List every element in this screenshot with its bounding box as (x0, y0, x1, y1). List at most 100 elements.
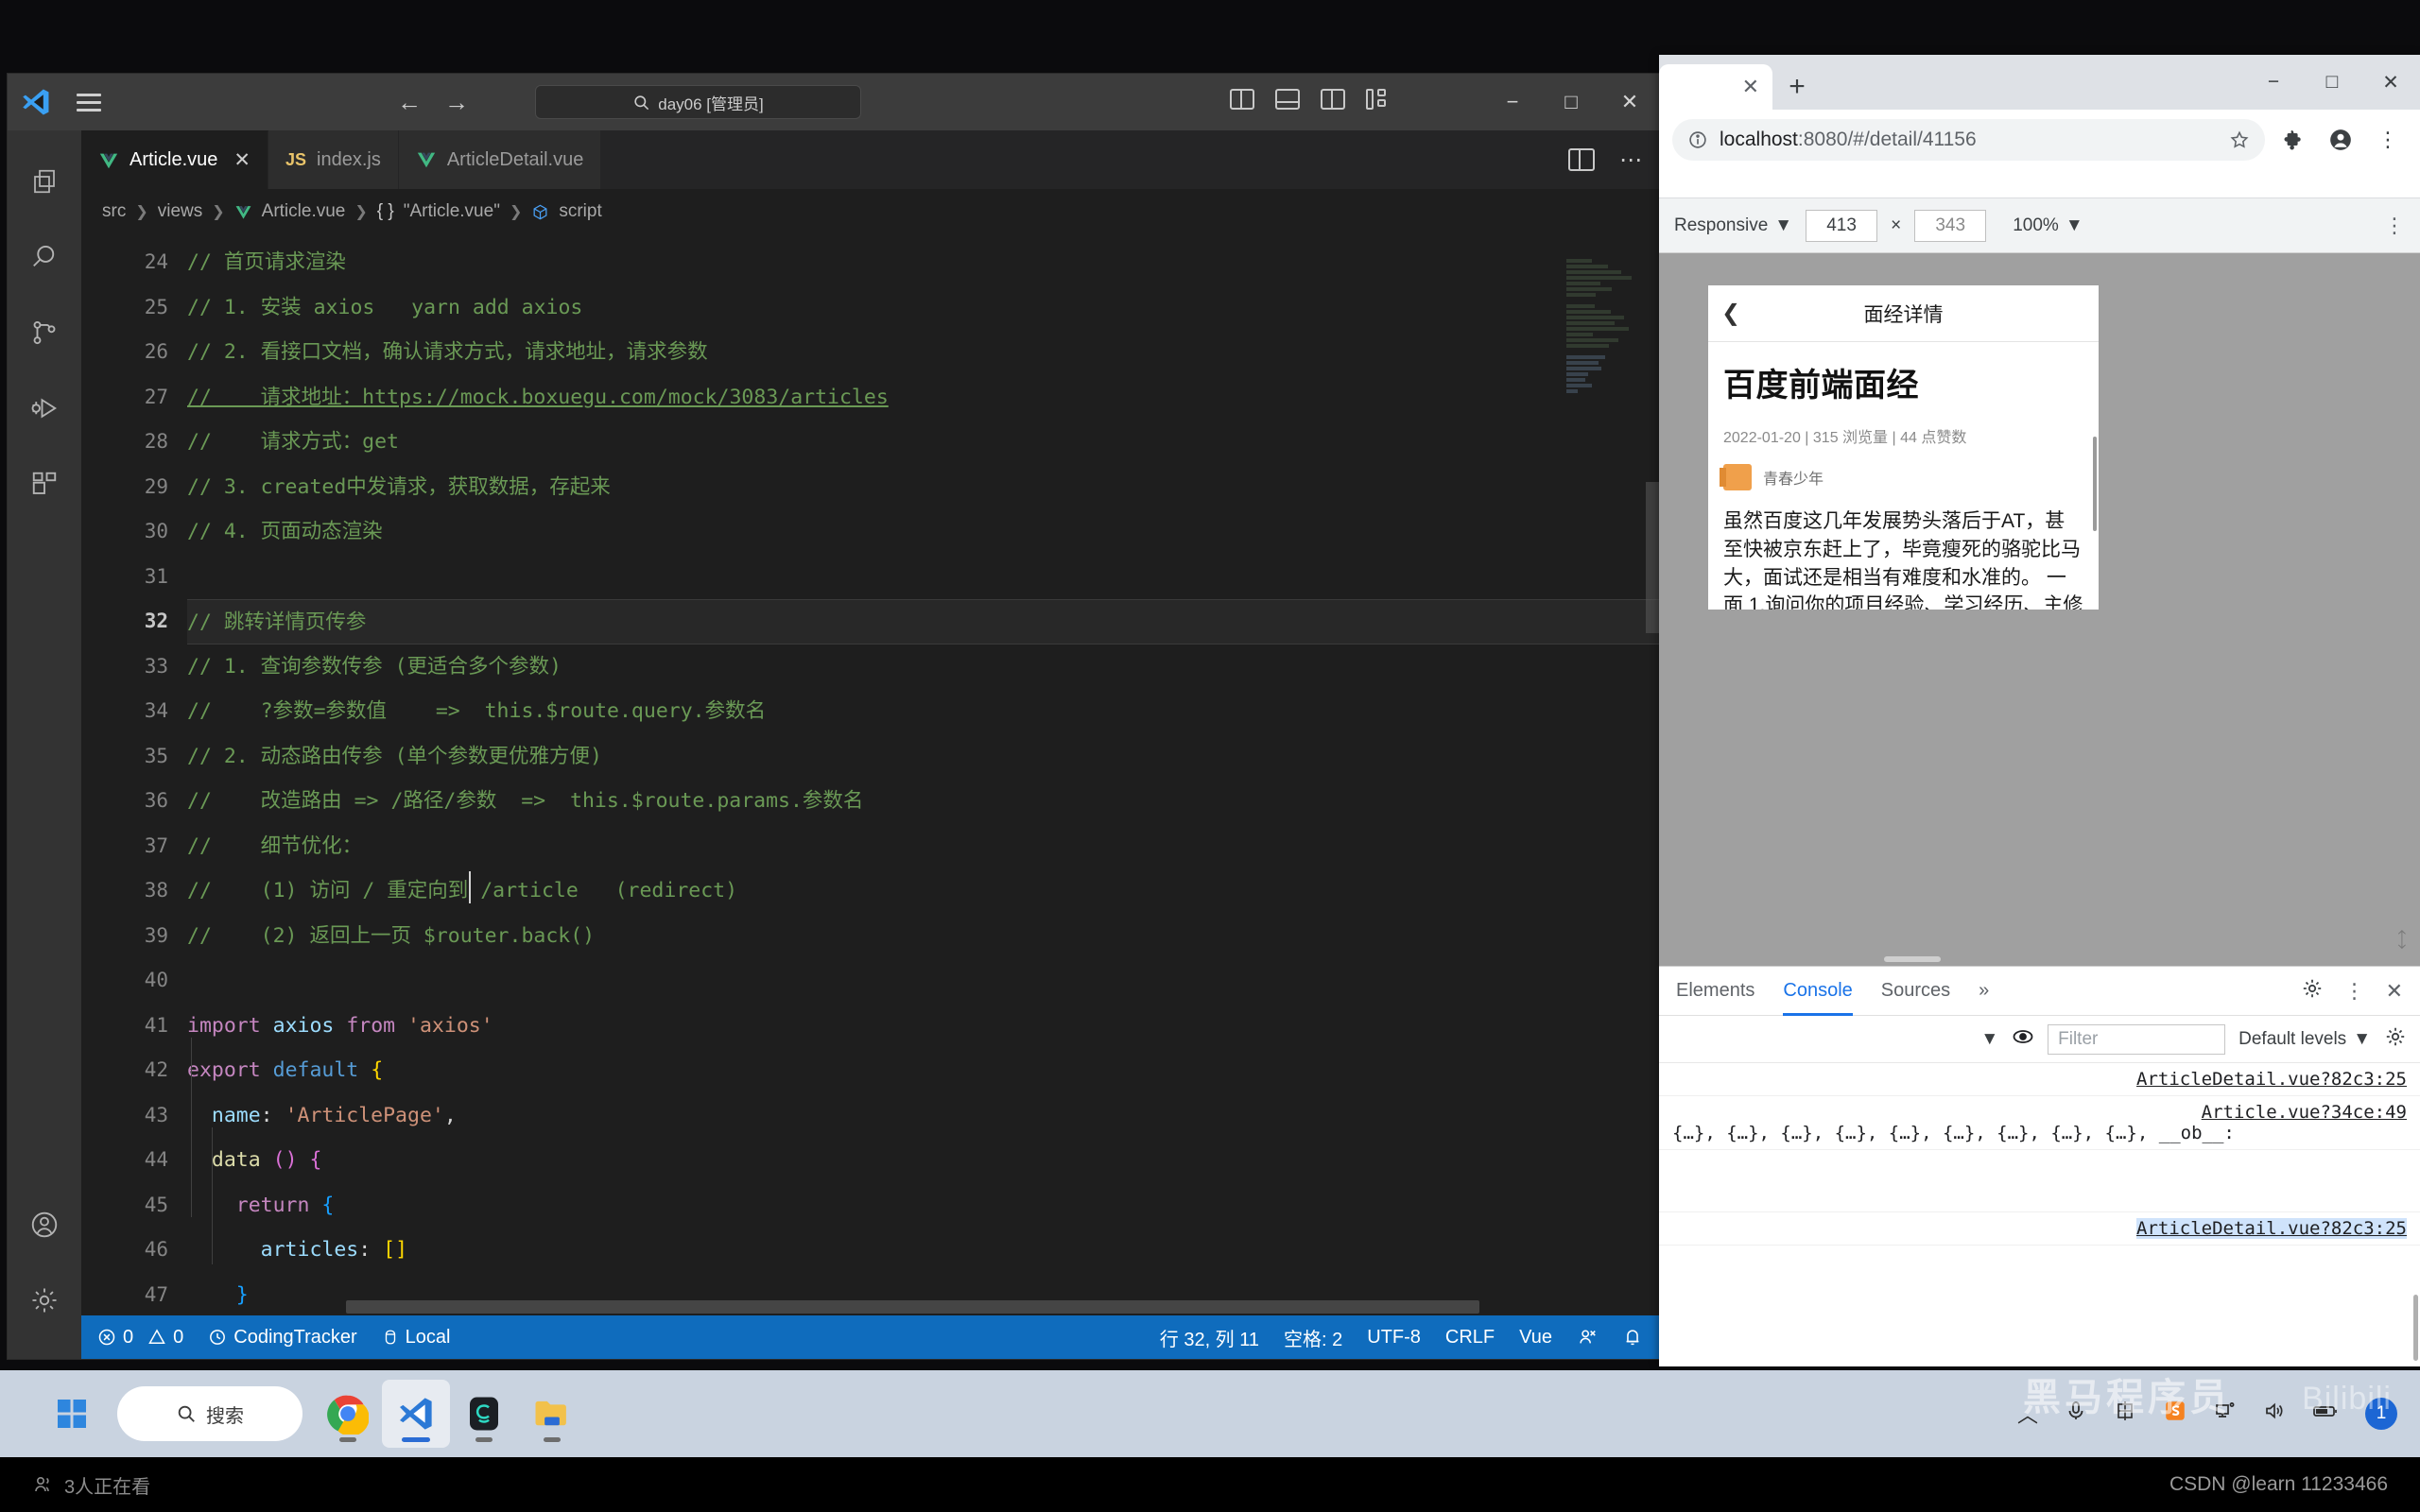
code-line-with-link[interactable]: // 请求地址：https://mock.boxuegu.com/mock/30… (187, 375, 1659, 421)
console-settings-icon[interactable] (2384, 1025, 2407, 1054)
chrome-maximize-button[interactable]: □ (2303, 55, 2361, 110)
vscode-minimize-button[interactable]: − (1483, 74, 1542, 130)
chrome-new-tab-button[interactable]: + (1772, 64, 1822, 110)
taskbar-app-vscode[interactable] (382, 1380, 450, 1448)
show-hidden-icons[interactable]: ︿ (2017, 1399, 2038, 1429)
customize-layout-icon[interactable] (1366, 89, 1391, 110)
vscode-maximize-button[interactable]: □ (1542, 74, 1600, 130)
devtools-more-icon[interactable]: ⋮ (2344, 979, 2365, 1004)
editor-minimap[interactable] (1566, 234, 1640, 1315)
extensions-puzzle-icon[interactable] (2274, 129, 2312, 151)
toggle-secondary-sidebar-icon[interactable] (1321, 89, 1345, 110)
taskbar-app-snipaste[interactable] (450, 1380, 518, 1448)
vscode-quick-search[interactable]: day06 [管理员] (535, 85, 861, 119)
forward-arrow-icon[interactable]: → (444, 90, 469, 114)
live-expression-icon[interactable] (2012, 1025, 2034, 1054)
sidebar-item-search[interactable] (8, 219, 81, 295)
devtools-close-icon[interactable]: ✕ (2386, 979, 2403, 1004)
devtools-device-viewport[interactable]: ❮ 面经详情 百度前端面经 2022-01-20 | 315 浏览量 | 44 … (1659, 253, 2420, 966)
chrome-menu-icon[interactable]: ⋮ (2369, 128, 2407, 152)
viewport-resize-handle[interactable] (1884, 956, 1941, 962)
sidebar-item-settings[interactable] (8, 1263, 81, 1338)
tab-more-panels-icon[interactable]: » (1979, 967, 1989, 1016)
address-bar[interactable]: localhost:8080/#/detail/41156 (1672, 119, 2265, 161)
taskbar-search[interactable]: 搜索 (117, 1386, 302, 1441)
vscode-close-button[interactable]: ✕ (1600, 74, 1659, 130)
console-context-selector-icon[interactable]: ▼ (1980, 1029, 1998, 1050)
editor-tab-close-icon[interactable]: ✕ (233, 148, 251, 172)
chrome-close-button[interactable]: ✕ (2361, 55, 2420, 110)
status-feedback[interactable] (1564, 1315, 1610, 1359)
device-preset-select[interactable]: Responsive ▼ (1674, 215, 1792, 236)
editor-horizontal-scrollbar[interactable] (346, 1300, 1479, 1314)
microphone-icon[interactable] (2065, 1400, 2087, 1428)
console-log-row-selected[interactable]: ArticleDetail.vue?82c3:25 (1659, 1212, 2420, 1246)
network-icon[interactable] (2214, 1400, 2237, 1428)
console-log-row[interactable] (1659, 1150, 2420, 1212)
back-arrow-icon[interactable]: ← (397, 90, 422, 114)
more-actions-icon[interactable]: ⋯ (1619, 146, 1644, 174)
device-width-input[interactable]: 413 (1806, 209, 1878, 242)
toggle-primary-sidebar-icon[interactable] (1230, 89, 1254, 110)
battery-icon[interactable] (2312, 1400, 2339, 1428)
chrome-tab-close-icon[interactable]: ✕ (1742, 75, 1759, 99)
editor-tab-articledetail-vue[interactable]: ArticleDetail.vue (398, 130, 602, 189)
device-height-input[interactable]: 343 (1914, 209, 1987, 242)
console-log-source-link-selected[interactable]: ArticleDetail.vue?82c3:25 (2136, 1218, 2407, 1239)
ime-chinese-icon[interactable] (2114, 1400, 2136, 1428)
chrome-tab[interactable]: ✕ (1659, 64, 1772, 110)
device-more-options-icon[interactable]: ⋮ (2384, 214, 2405, 238)
toggle-panel-icon[interactable] (1275, 89, 1300, 110)
start-button[interactable] (38, 1380, 106, 1448)
code-editor[interactable]: 24 25 26 27 28 29 30 31 32 33 34 35 36 3… (81, 234, 1659, 1315)
notification-badge[interactable]: 1 (2365, 1398, 2397, 1430)
chrome-minimize-button[interactable]: − (2244, 55, 2303, 110)
tab-elements[interactable]: Elements (1676, 967, 1754, 1016)
breadcrumb-item-src[interactable]: src (102, 201, 126, 222)
console-log-row[interactable]: Article.vue?34ce:49 {…}, {…}, {…}, {…}, … (1659, 1096, 2420, 1150)
breadcrumb-item-views[interactable]: views (158, 201, 203, 222)
tab-console[interactable]: Console (1783, 967, 1852, 1016)
chevron-left-icon[interactable]: ❮ (1721, 300, 1740, 327)
status-indentation[interactable]: 空格: 2 (1271, 1315, 1355, 1359)
sidebar-item-explorer[interactable] (8, 144, 81, 219)
info-circle-icon[interactable] (1687, 129, 1708, 150)
volume-icon[interactable] (2263, 1400, 2286, 1428)
taskbar-app-chrome[interactable] (314, 1380, 382, 1448)
console-log-source-link[interactable]: ArticleDetail.vue?82c3:25 (2136, 1069, 2407, 1090)
device-zoom-select[interactable]: 100% ▼ (2013, 215, 2083, 236)
sidebar-item-source-control[interactable] (8, 295, 81, 370)
code-lines[interactable]: // 首页请求渲染 // 1. 安装 axios yarn add axios … (187, 234, 1659, 1315)
status-encoding[interactable]: UTF-8 (1355, 1315, 1433, 1359)
status-notifications[interactable] (1610, 1315, 1655, 1359)
taskbar-app-file-explorer[interactable] (518, 1380, 586, 1448)
console-scrollbar[interactable] (2413, 1295, 2418, 1361)
page-scrollbar[interactable] (2093, 437, 2097, 531)
star-icon[interactable] (2229, 129, 2250, 150)
status-language-mode[interactable]: Vue (1507, 1315, 1564, 1359)
sidebar-item-run-and-debug[interactable] (8, 370, 81, 446)
tab-sources[interactable]: Sources (1881, 967, 1950, 1016)
console-levels-select[interactable]: Default levels ▼ (2238, 1029, 2371, 1050)
breadcrumb-item-file[interactable]: Article.vue (262, 201, 346, 222)
editor-tab-index-js[interactable]: JS index.js (268, 130, 399, 189)
sogou-input-icon[interactable] (2163, 1399, 2187, 1429)
console-log-source-link[interactable]: Article.vue?34ce:49 (2202, 1102, 2407, 1123)
breadcrumb-item-script[interactable]: script (559, 201, 601, 222)
viewport-corner-resize-icon[interactable]: ⤡ (2388, 927, 2414, 954)
console-log-row[interactable]: ArticleDetail.vue?82c3:25 (1659, 1063, 2420, 1096)
devtools-settings-icon[interactable] (2301, 977, 2324, 1005)
vscode-menu-icon[interactable] (64, 93, 113, 112)
status-remote[interactable]: Local (370, 1315, 463, 1359)
breadcrumb-item-symbol[interactable]: "Article.vue" (404, 201, 500, 222)
profile-avatar-icon[interactable] (2322, 128, 2360, 152)
sidebar-item-accounts[interactable] (8, 1187, 81, 1263)
status-cursor-position[interactable]: 行 32, 列 11 (1148, 1315, 1271, 1359)
emulated-page[interactable]: ❮ 面经详情 百度前端面经 2022-01-20 | 315 浏览量 | 44 … (1708, 285, 2099, 610)
console-filter-input[interactable]: Filter (2048, 1023, 2226, 1055)
status-eol[interactable]: CRLF (1433, 1315, 1507, 1359)
console-output[interactable]: ArticleDetail.vue?82c3:25 Article.vue?34… (1659, 1063, 2420, 1366)
status-coding-tracker[interactable]: CodingTracker (196, 1315, 369, 1359)
split-editor-icon[interactable] (1568, 148, 1595, 171)
editor-tab-article-vue[interactable]: Article.vue ✕ (81, 130, 268, 189)
